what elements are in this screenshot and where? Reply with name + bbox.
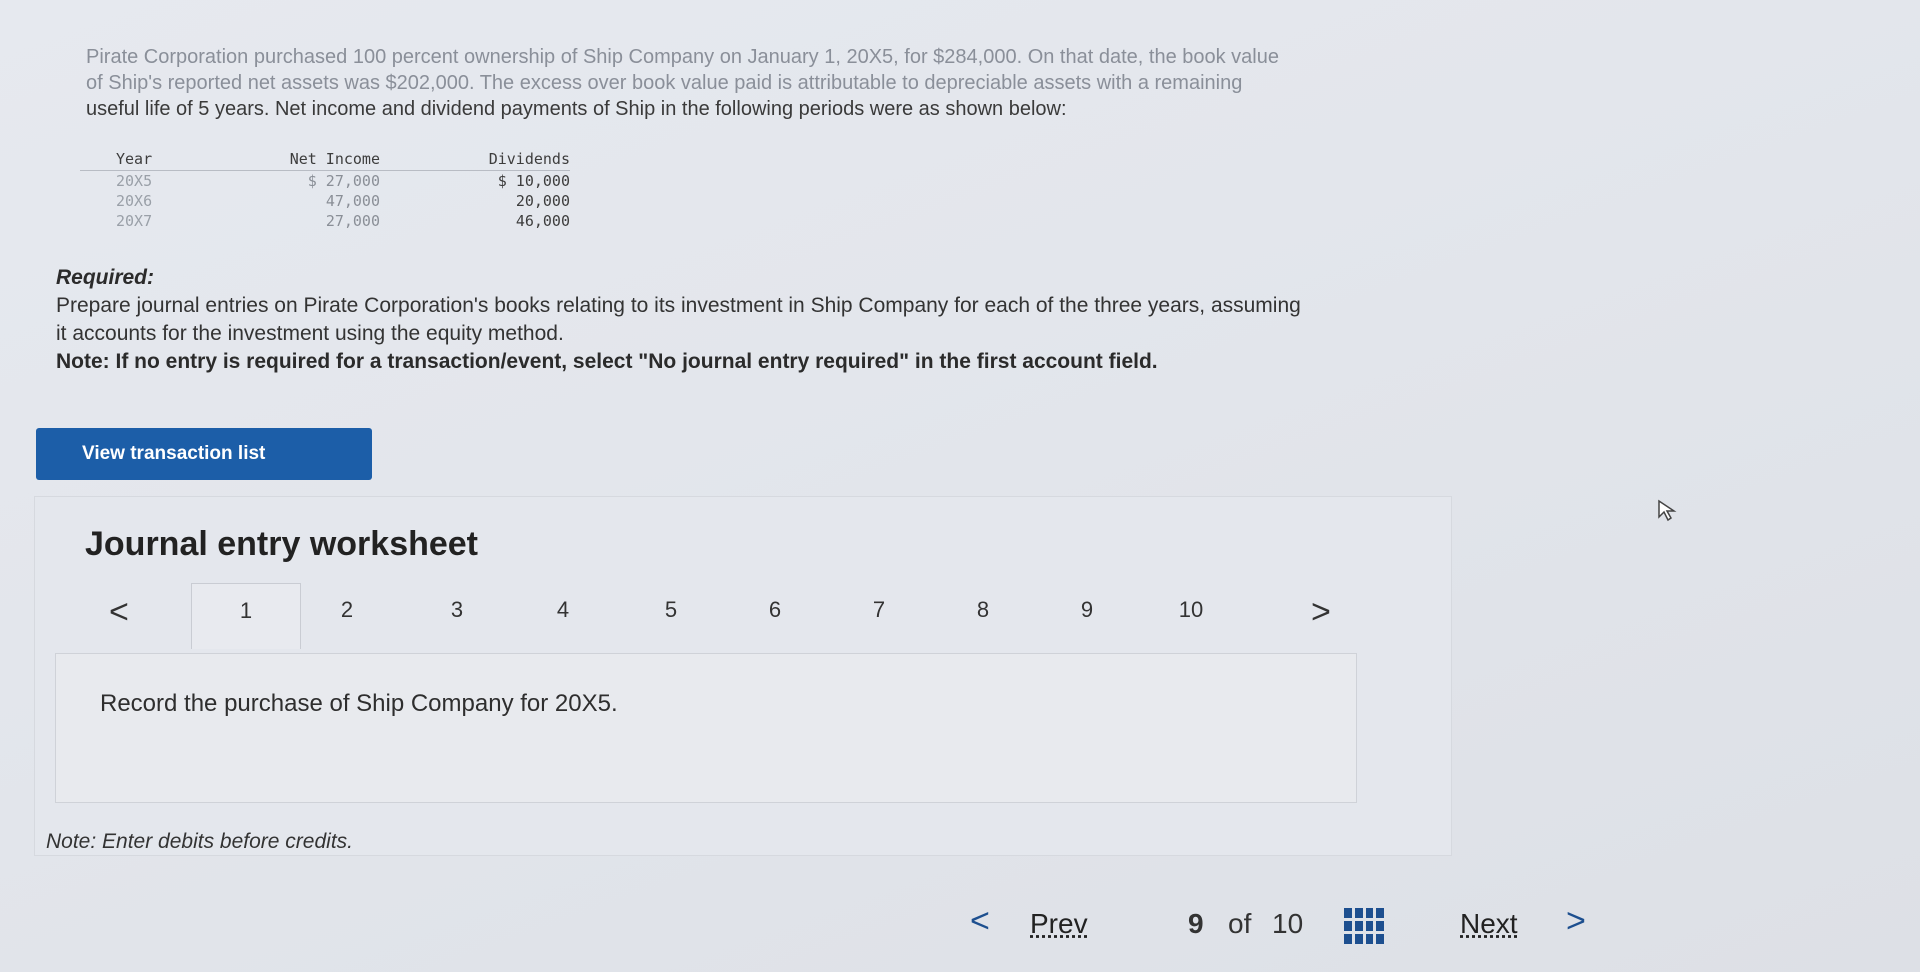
problem-line-3: useful life of 5 years. Net income and d… [86,98,1067,120]
required-label: Required: [56,266,155,289]
worksheet-title: Journal entry worksheet [85,525,479,563]
chevron-right-icon[interactable]: > [1311,593,1331,632]
cell-dividends: 20,000 [515,192,570,210]
chevron-right-icon[interactable]: > [1566,902,1586,941]
table-row: 20X5 $ 27,000 $ 10,000 [80,171,570,192]
cell-dividends: $ 10,000 [497,172,570,190]
cell-year: 20X6 [116,192,153,210]
problem-line-1: Pirate Corporation purchased 100 percent… [86,46,1279,68]
income-dividends-table: Year Net Income Dividends 20X5 $ 27,000 … [80,150,570,231]
tab-8[interactable]: 8 [953,583,1013,643]
tab-4[interactable]: 4 [533,583,593,643]
cell-year: 20X7 [116,212,153,230]
instruction-text: Record the purchase of Ship Company for … [100,690,618,717]
table-header-row: Year Net Income Dividends [80,150,570,171]
debits-note: Note: Enter debits before credits. [46,830,353,853]
tab-3[interactable]: 3 [427,583,487,643]
view-transaction-list-button[interactable]: View transaction list [36,428,372,480]
cell-dividends: 46,000 [515,212,570,230]
tab-6[interactable]: 6 [745,583,805,643]
cell-net-income: 27,000 [325,212,380,230]
table-row: 20X7 27,000 46,000 [80,211,570,231]
table-row: 20X6 47,000 20,000 [80,191,570,211]
cell-net-income: 47,000 [325,192,380,210]
next-link[interactable]: Next [1460,908,1518,940]
chevron-left-icon[interactable]: < [970,902,990,941]
prev-link[interactable]: Prev [1030,908,1088,940]
cell-year: 20X5 [116,172,153,190]
tab-1[interactable]: 1 [191,583,301,649]
page-total: 10 [1272,908,1304,939]
grid-icon[interactable] [1344,908,1384,944]
chevron-left-icon[interactable]: < [109,593,129,632]
problem-statement: Pirate Corporation purchased 100 percent… [86,44,1806,122]
required-line-2: it accounts for the investment using the… [56,322,564,345]
worksheet-tabs: < 1 2 3 4 5 6 7 8 9 10 > [81,583,1381,649]
journal-entry-worksheet: Journal entry worksheet < 1 2 3 4 5 6 7 … [34,496,1452,856]
required-section: Required: Prepare journal entries on Pir… [56,264,1876,376]
instruction-box: Record the purchase of Ship Company for … [55,653,1357,803]
cell-net-income: $ 27,000 [307,172,380,190]
page-current: 9 [1188,908,1204,939]
required-note: Note: If no entry is required for a tran… [56,350,1158,373]
problem-line-2: of Ship's reported net assets was $202,0… [86,72,1243,94]
cursor-icon [1658,499,1677,522]
tab-7[interactable]: 7 [849,583,909,643]
tab-5[interactable]: 5 [641,583,701,643]
tab-10[interactable]: 10 [1161,583,1221,643]
tab-2[interactable]: 2 [317,583,377,643]
header-year: Year [80,150,180,171]
page-of: of [1228,908,1252,939]
header-dividends: Dividends [380,150,570,171]
tab-9[interactable]: 9 [1057,583,1117,643]
required-line-1: Prepare journal entries on Pirate Corpor… [56,294,1301,317]
header-net-income: Net Income [180,150,380,171]
